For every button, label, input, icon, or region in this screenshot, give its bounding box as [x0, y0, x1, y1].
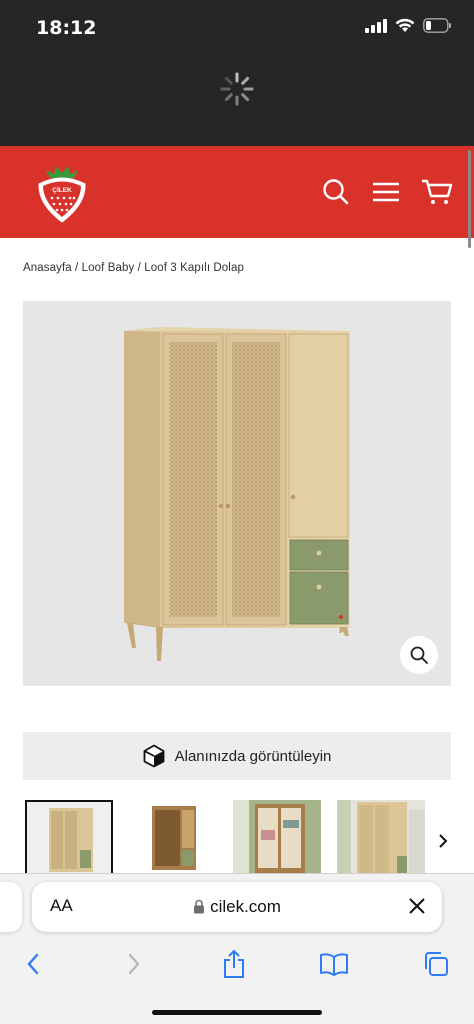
back-button[interactable]	[17, 948, 49, 980]
status-bar: 18:12	[0, 0, 474, 146]
thumbnails-next-button[interactable]	[437, 832, 449, 855]
view-in-your-space-button[interactable]: Alanınızda görüntüleyin	[23, 732, 451, 780]
share-button[interactable]	[218, 948, 250, 980]
breadcrumb-item-home[interactable]: Anasayfa	[23, 262, 72, 274]
address-bar[interactable]: AA cilek.com	[32, 882, 442, 932]
zoom-button[interactable]	[400, 636, 438, 674]
thumbnail-3[interactable]	[233, 800, 321, 874]
chevron-right-icon	[128, 953, 140, 975]
site-header: ÇİLEK	[0, 146, 474, 238]
signal-icon	[365, 18, 387, 33]
thumbnail-2[interactable]	[132, 800, 220, 874]
url-text: cilek.com	[210, 897, 281, 916]
cilek-logo[interactable]: ÇİLEK	[34, 160, 90, 224]
tabs-button[interactable]	[420, 948, 452, 980]
breadcrumb-item-category[interactable]: Loof Baby	[82, 262, 135, 274]
page-scrollbar[interactable]	[468, 150, 471, 248]
product-thumbnails	[25, 800, 474, 874]
home-indicator[interactable]	[152, 1010, 322, 1015]
wifi-icon	[395, 18, 415, 32]
breadcrumb-separator: /	[134, 262, 145, 274]
thumbnail-1[interactable]	[25, 800, 113, 874]
breadcrumb: Anasayfa / Loof Baby / Loof 3 Kapılı Dol…	[23, 262, 244, 274]
cart-icon[interactable]	[420, 176, 454, 208]
zoom-icon	[410, 646, 428, 664]
battery-icon	[423, 18, 451, 33]
bookmarks-button[interactable]	[318, 948, 350, 980]
menu-icon[interactable]	[370, 176, 402, 208]
browser-toolbar: AA cilek.com	[0, 873, 474, 1024]
book-icon	[320, 953, 348, 976]
previous-tab-pill[interactable]	[0, 882, 22, 932]
breadcrumb-separator: /	[71, 262, 82, 274]
logo-wordmark: ÇİLEK	[52, 186, 72, 194]
tabs-icon	[425, 952, 448, 976]
product-main-image[interactable]	[23, 301, 451, 686]
loading-spinner-icon	[220, 72, 254, 106]
breadcrumb-item-current: Loof 3 Kapılı Dolap	[144, 262, 244, 274]
clear-url-button[interactable]	[408, 897, 426, 920]
thumbnail-4[interactable]	[337, 800, 425, 874]
close-icon	[409, 898, 425, 914]
status-time: 18:12	[36, 17, 97, 39]
wardrobe-image	[124, 327, 350, 661]
search-icon[interactable]	[320, 176, 352, 208]
forward-button[interactable]	[118, 948, 150, 980]
cube-3d-icon	[143, 744, 165, 768]
url-display[interactable]: cilek.com	[32, 897, 442, 917]
view-in-your-space-label: Alanınızda görüntüleyin	[174, 747, 332, 765]
chevron-left-icon	[27, 953, 39, 975]
lock-icon	[194, 899, 205, 914]
chevron-right-icon	[439, 834, 448, 848]
share-icon	[224, 949, 244, 978]
status-icons	[365, 18, 452, 33]
